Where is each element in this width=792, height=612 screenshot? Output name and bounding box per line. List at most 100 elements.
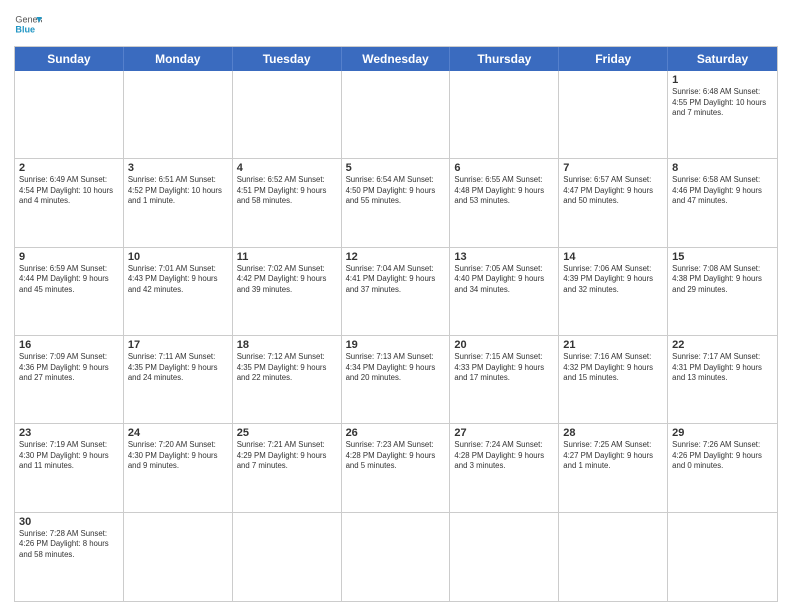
- day-number: 27: [454, 427, 554, 439]
- day-number: 20: [454, 339, 554, 351]
- calendar-cell: 25Sunrise: 7:21 AM Sunset: 4:29 PM Dayli…: [233, 424, 342, 511]
- day-info: Sunrise: 6:57 AM Sunset: 4:47 PM Dayligh…: [563, 175, 663, 207]
- day-number: 6: [454, 162, 554, 174]
- day-number: 18: [237, 339, 337, 351]
- calendar-cell: [559, 71, 668, 158]
- calendar-week-2: 9Sunrise: 6:59 AM Sunset: 4:44 PM Daylig…: [15, 248, 777, 336]
- day-info: Sunrise: 7:12 AM Sunset: 4:35 PM Dayligh…: [237, 352, 337, 384]
- calendar-cell: 16Sunrise: 7:09 AM Sunset: 4:36 PM Dayli…: [15, 336, 124, 423]
- calendar-week-5: 30Sunrise: 7:28 AM Sunset: 4:26 PM Dayli…: [15, 513, 777, 601]
- calendar-cell: 5Sunrise: 6:54 AM Sunset: 4:50 PM Daylig…: [342, 159, 451, 246]
- calendar-cell: 19Sunrise: 7:13 AM Sunset: 4:34 PM Dayli…: [342, 336, 451, 423]
- day-info: Sunrise: 7:13 AM Sunset: 4:34 PM Dayligh…: [346, 352, 446, 384]
- day-info: Sunrise: 6:54 AM Sunset: 4:50 PM Dayligh…: [346, 175, 446, 207]
- day-info: Sunrise: 7:21 AM Sunset: 4:29 PM Dayligh…: [237, 440, 337, 472]
- calendar-cell: 28Sunrise: 7:25 AM Sunset: 4:27 PM Dayli…: [559, 424, 668, 511]
- day-number: 28: [563, 427, 663, 439]
- calendar-body: 1Sunrise: 6:48 AM Sunset: 4:55 PM Daylig…: [15, 71, 777, 601]
- day-info: Sunrise: 7:11 AM Sunset: 4:35 PM Dayligh…: [128, 352, 228, 384]
- page: General Blue SundayMondayTuesdayWednesda…: [0, 0, 792, 612]
- calendar-cell: 3Sunrise: 6:51 AM Sunset: 4:52 PM Daylig…: [124, 159, 233, 246]
- day-number: 10: [128, 251, 228, 263]
- calendar-cell: 13Sunrise: 7:05 AM Sunset: 4:40 PM Dayli…: [450, 248, 559, 335]
- day-info: Sunrise: 7:19 AM Sunset: 4:30 PM Dayligh…: [19, 440, 119, 472]
- weekday-header-tuesday: Tuesday: [233, 47, 342, 71]
- day-info: Sunrise: 6:58 AM Sunset: 4:46 PM Dayligh…: [672, 175, 773, 207]
- svg-text:Blue: Blue: [15, 24, 35, 34]
- day-number: 1: [672, 74, 773, 86]
- day-number: 15: [672, 251, 773, 263]
- logo-icon: General Blue: [14, 10, 42, 38]
- weekday-header-wednesday: Wednesday: [342, 47, 451, 71]
- day-number: 9: [19, 251, 119, 263]
- day-number: 17: [128, 339, 228, 351]
- day-number: 19: [346, 339, 446, 351]
- day-info: Sunrise: 7:16 AM Sunset: 4:32 PM Dayligh…: [563, 352, 663, 384]
- day-info: Sunrise: 7:05 AM Sunset: 4:40 PM Dayligh…: [454, 264, 554, 296]
- day-info: Sunrise: 7:25 AM Sunset: 4:27 PM Dayligh…: [563, 440, 663, 472]
- calendar-cell: 22Sunrise: 7:17 AM Sunset: 4:31 PM Dayli…: [668, 336, 777, 423]
- calendar-cell: 17Sunrise: 7:11 AM Sunset: 4:35 PM Dayli…: [124, 336, 233, 423]
- day-info: Sunrise: 7:26 AM Sunset: 4:26 PM Dayligh…: [672, 440, 773, 472]
- calendar-cell: 27Sunrise: 7:24 AM Sunset: 4:28 PM Dayli…: [450, 424, 559, 511]
- calendar-week-0: 1Sunrise: 6:48 AM Sunset: 4:55 PM Daylig…: [15, 71, 777, 159]
- day-number: 22: [672, 339, 773, 351]
- day-info: Sunrise: 7:17 AM Sunset: 4:31 PM Dayligh…: [672, 352, 773, 384]
- day-number: 25: [237, 427, 337, 439]
- calendar-cell: [233, 71, 342, 158]
- day-info: Sunrise: 7:02 AM Sunset: 4:42 PM Dayligh…: [237, 264, 337, 296]
- day-info: Sunrise: 7:28 AM Sunset: 4:26 PM Dayligh…: [19, 529, 119, 561]
- calendar-cell: 7Sunrise: 6:57 AM Sunset: 4:47 PM Daylig…: [559, 159, 668, 246]
- weekday-header-sunday: Sunday: [15, 47, 124, 71]
- weekday-header-saturday: Saturday: [668, 47, 777, 71]
- calendar-cell: 6Sunrise: 6:55 AM Sunset: 4:48 PM Daylig…: [450, 159, 559, 246]
- calendar-cell: 18Sunrise: 7:12 AM Sunset: 4:35 PM Dayli…: [233, 336, 342, 423]
- day-info: Sunrise: 7:24 AM Sunset: 4:28 PM Dayligh…: [454, 440, 554, 472]
- calendar-cell: 23Sunrise: 7:19 AM Sunset: 4:30 PM Dayli…: [15, 424, 124, 511]
- day-number: 21: [563, 339, 663, 351]
- day-number: 13: [454, 251, 554, 263]
- day-info: Sunrise: 6:52 AM Sunset: 4:51 PM Dayligh…: [237, 175, 337, 207]
- day-number: 16: [19, 339, 119, 351]
- calendar-cell: 24Sunrise: 7:20 AM Sunset: 4:30 PM Dayli…: [124, 424, 233, 511]
- calendar-cell: 30Sunrise: 7:28 AM Sunset: 4:26 PM Dayli…: [15, 513, 124, 601]
- calendar-cell: 2Sunrise: 6:49 AM Sunset: 4:54 PM Daylig…: [15, 159, 124, 246]
- day-info: Sunrise: 6:48 AM Sunset: 4:55 PM Dayligh…: [672, 87, 773, 119]
- calendar-week-4: 23Sunrise: 7:19 AM Sunset: 4:30 PM Dayli…: [15, 424, 777, 512]
- day-number: 4: [237, 162, 337, 174]
- calendar-week-1: 2Sunrise: 6:49 AM Sunset: 4:54 PM Daylig…: [15, 159, 777, 247]
- calendar-cell: 12Sunrise: 7:04 AM Sunset: 4:41 PM Dayli…: [342, 248, 451, 335]
- day-number: 24: [128, 427, 228, 439]
- calendar-cell: 8Sunrise: 6:58 AM Sunset: 4:46 PM Daylig…: [668, 159, 777, 246]
- day-info: Sunrise: 7:04 AM Sunset: 4:41 PM Dayligh…: [346, 264, 446, 296]
- calendar-cell: [342, 513, 451, 601]
- calendar-cell: 29Sunrise: 7:26 AM Sunset: 4:26 PM Dayli…: [668, 424, 777, 511]
- calendar-cell: 15Sunrise: 7:08 AM Sunset: 4:38 PM Dayli…: [668, 248, 777, 335]
- day-number: 3: [128, 162, 228, 174]
- day-number: 30: [19, 516, 119, 528]
- logo: General Blue: [14, 10, 46, 38]
- calendar-cell: 20Sunrise: 7:15 AM Sunset: 4:33 PM Dayli…: [450, 336, 559, 423]
- day-number: 8: [672, 162, 773, 174]
- calendar-cell: 14Sunrise: 7:06 AM Sunset: 4:39 PM Dayli…: [559, 248, 668, 335]
- calendar-cell: 4Sunrise: 6:52 AM Sunset: 4:51 PM Daylig…: [233, 159, 342, 246]
- day-info: Sunrise: 6:51 AM Sunset: 4:52 PM Dayligh…: [128, 175, 228, 207]
- weekday-header-thursday: Thursday: [450, 47, 559, 71]
- calendar-cell: [233, 513, 342, 601]
- calendar-cell: [450, 513, 559, 601]
- calendar-cell: [559, 513, 668, 601]
- weekday-header-monday: Monday: [124, 47, 233, 71]
- day-number: 5: [346, 162, 446, 174]
- day-info: Sunrise: 7:08 AM Sunset: 4:38 PM Dayligh…: [672, 264, 773, 296]
- day-number: 7: [563, 162, 663, 174]
- calendar-cell: [124, 513, 233, 601]
- day-info: Sunrise: 7:01 AM Sunset: 4:43 PM Dayligh…: [128, 264, 228, 296]
- day-number: 12: [346, 251, 446, 263]
- day-info: Sunrise: 6:55 AM Sunset: 4:48 PM Dayligh…: [454, 175, 554, 207]
- day-info: Sunrise: 6:59 AM Sunset: 4:44 PM Dayligh…: [19, 264, 119, 296]
- calendar-cell: [124, 71, 233, 158]
- day-info: Sunrise: 6:49 AM Sunset: 4:54 PM Dayligh…: [19, 175, 119, 207]
- calendar-cell: 26Sunrise: 7:23 AM Sunset: 4:28 PM Dayli…: [342, 424, 451, 511]
- calendar-cell: 1Sunrise: 6:48 AM Sunset: 4:55 PM Daylig…: [668, 71, 777, 158]
- day-number: 23: [19, 427, 119, 439]
